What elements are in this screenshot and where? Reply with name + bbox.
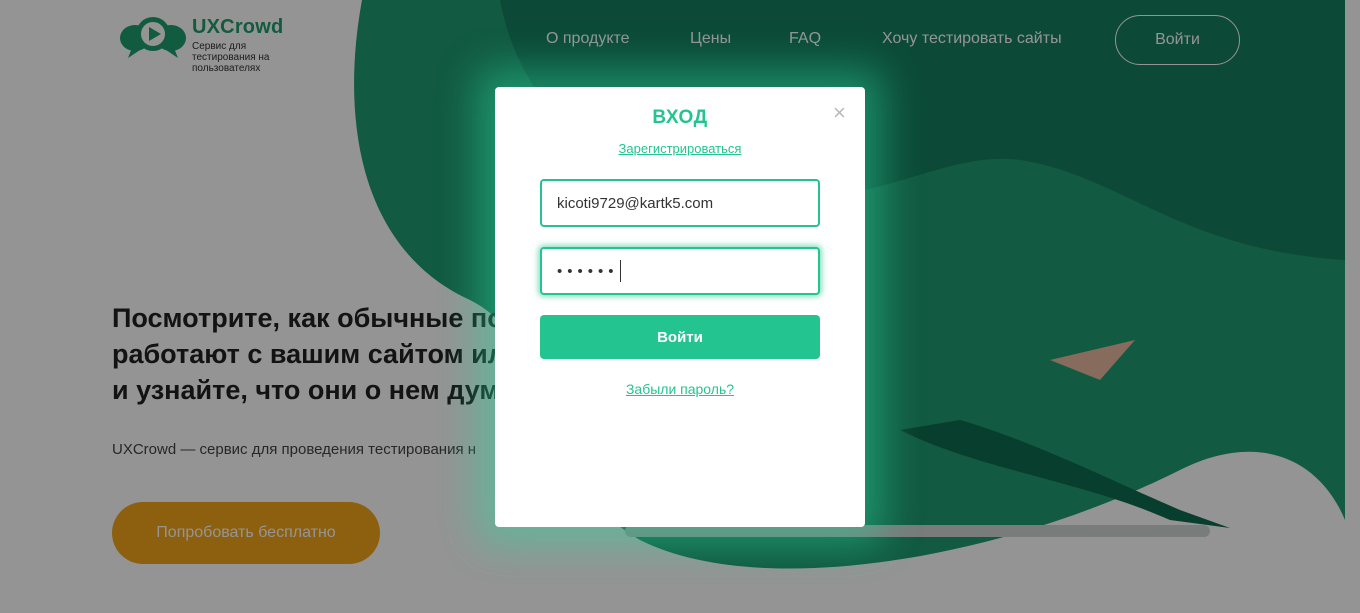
- password-field[interactable]: ••••••: [540, 247, 820, 295]
- register-link[interactable]: Зарегистрироваться: [495, 141, 865, 156]
- close-icon[interactable]: ×: [833, 102, 846, 124]
- login-modal: ВХОД × Зарегистрироваться kicoti9729@kar…: [495, 87, 865, 527]
- forgot-password-link[interactable]: Забыли пароль?: [495, 381, 865, 397]
- text-caret: [619, 260, 621, 282]
- login-submit-button[interactable]: Войти: [540, 315, 820, 359]
- modal-title: ВХОД: [652, 107, 708, 128]
- email-field-value: kicoti9729@kartk5.com: [557, 194, 714, 212]
- email-field[interactable]: kicoti9729@kartk5.com: [540, 179, 820, 227]
- password-field-value: ••••••: [557, 262, 619, 280]
